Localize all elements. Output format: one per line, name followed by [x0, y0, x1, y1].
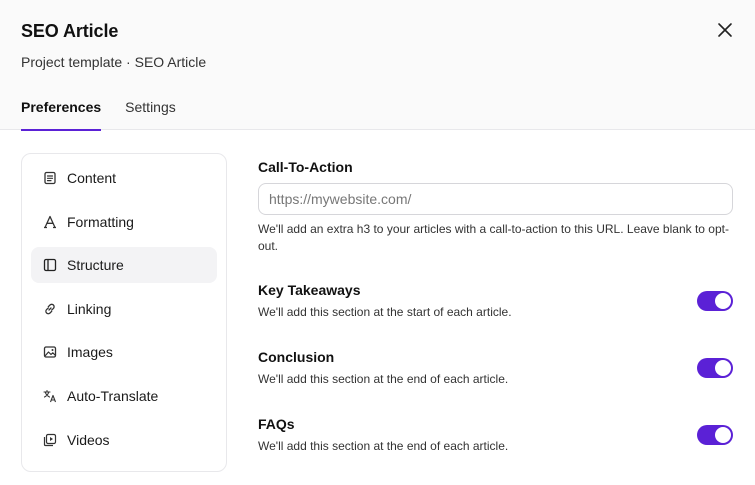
- close-button[interactable]: [713, 18, 737, 42]
- sidebar-item-videos[interactable]: Videos: [31, 422, 217, 458]
- sidebar-item-label: Linking: [67, 300, 112, 317]
- sidebar-item-formatting[interactable]: Formatting: [31, 204, 217, 240]
- sidebar-item-label: Content: [67, 170, 117, 186]
- key-takeaways-toggle[interactable]: [697, 291, 733, 311]
- sidebar-item-auto-translate[interactable]: Auto-Translate: [31, 378, 217, 414]
- sidebar: Content Formatting Structure Linking Ima…: [21, 153, 227, 472]
- faqs-help: We'll add this section at the end of eac…: [258, 439, 509, 453]
- sidebar-item-linking[interactable]: Linking: [31, 291, 217, 327]
- key-takeaways-label: Key Takeaways: [258, 282, 361, 298]
- sidebar-item-label: Auto-Translate: [67, 387, 159, 404]
- toggle-knob: [715, 360, 731, 376]
- tab-preferences[interactable]: Preferences: [21, 96, 102, 131]
- conclusion-toggle[interactable]: [697, 358, 733, 378]
- sidebar-item-label: Structure: [67, 257, 124, 274]
- toggle-knob: [715, 427, 731, 443]
- sidebar-item-content[interactable]: Content: [31, 160, 217, 196]
- document-icon: [43, 171, 57, 185]
- tab-bar: Preferences Settings: [21, 96, 200, 131]
- page-title: SEO Article: [21, 21, 119, 41]
- cta-label: Call-To-Action: [258, 159, 353, 175]
- sidebar-item-label: Images: [67, 344, 113, 361]
- sidebar-item-structure[interactable]: Structure: [31, 247, 217, 284]
- sidebar-item-label: Formatting: [67, 213, 134, 230]
- video-icon: [43, 433, 57, 447]
- page-subtitle: Project template · SEO Article: [21, 54, 207, 70]
- tab-settings[interactable]: Settings: [125, 96, 176, 130]
- images-icon: [43, 345, 57, 359]
- font-icon: [43, 215, 57, 229]
- conclusion-label: Conclusion: [258, 349, 335, 365]
- toggle-knob: [715, 293, 731, 309]
- cta-help-text: We'll add an extra h3 to your articles w…: [258, 222, 729, 253]
- conclusion-help: We'll add this section at the end of eac…: [258, 372, 509, 386]
- translate-icon: [43, 389, 57, 403]
- dialog-header: SEO Article Project template · SEO Artic…: [0, 0, 755, 131]
- link-icon: [43, 302, 57, 316]
- faqs-toggle[interactable]: [697, 425, 733, 445]
- faqs-label: FAQs: [258, 416, 295, 432]
- layout-icon: [43, 258, 57, 272]
- key-takeaways-help: We'll add this section at the start of e…: [258, 305, 512, 319]
- sidebar-item-label: Videos: [67, 431, 110, 448]
- close-icon: [718, 23, 732, 37]
- cta-url-input[interactable]: [258, 183, 733, 215]
- sidebar-item-images[interactable]: Images: [31, 334, 217, 370]
